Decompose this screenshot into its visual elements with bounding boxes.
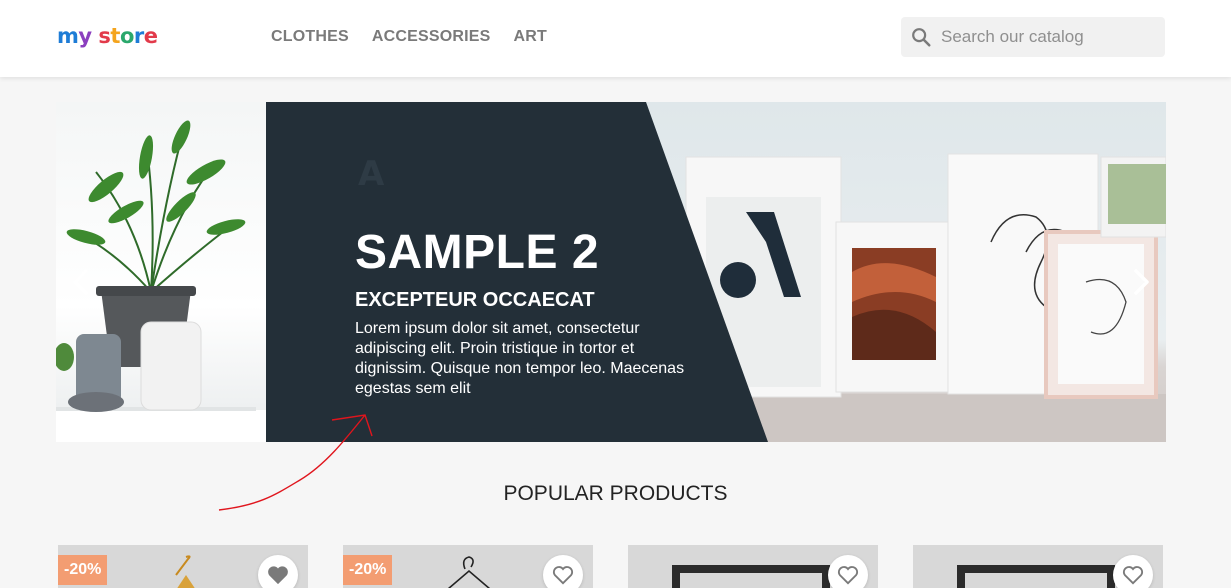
wishlist-button[interactable] [828,555,868,588]
wishlist-button[interactable] [258,555,298,588]
search-icon[interactable] [901,17,941,57]
slide-title: SAMPLE 2 [355,226,600,279]
logo-letter: e [143,24,158,48]
main-nav: CLOTHES ACCESSORIES ART [271,27,547,47]
heart-filled-icon [268,566,288,585]
wishlist-button[interactable] [543,555,583,588]
chevron-right-icon [1134,269,1149,295]
carousel-next-button[interactable] [1126,262,1156,302]
hero-carousel[interactable]: A SAMPLE 2 EXCEPTEUR OCCAECAT Lorem ipsu… [56,102,1166,442]
product-card[interactable] [628,545,878,588]
product-card[interactable] [913,545,1163,588]
logo-letter: t [110,24,120,48]
discount-badge: -20% [343,555,393,585]
site-header: my store CLOTHES ACCESSORIES ART [0,0,1231,77]
carousel-prev-button[interactable] [66,262,96,302]
slide-subtitle: EXCEPTEUR OCCAECAT [355,289,595,311]
nav-item-accessories[interactable]: ACCESSORIES [372,27,491,47]
heart-outline-icon [837,566,859,585]
logo-letter [92,22,99,50]
logo-letter: y [78,24,92,48]
discount-badge: -20% [58,555,108,585]
search-input[interactable] [941,27,1151,47]
store-logo[interactable]: my store [57,22,158,50]
section-title: POPULAR PRODUCTS [503,482,728,505]
logo-letter: m [57,24,79,48]
slide-logo: A [358,154,385,194]
wishlist-button[interactable] [1113,555,1153,588]
heart-outline-icon [552,566,574,585]
product-card[interactable]: -20% [58,545,308,588]
search-box [901,17,1165,57]
slide-description: Lorem ipsum dolor sit amet, consectetur … [355,320,685,397]
nav-item-art[interactable]: ART [514,27,547,47]
logo-letter: r [133,24,144,48]
chevron-left-icon [73,269,88,295]
product-card[interactable]: -20% [343,545,593,588]
nav-item-clothes[interactable]: CLOTHES [271,27,349,47]
logo-letter: s [98,24,111,48]
logo-letter: o [119,24,134,48]
heart-outline-icon [1122,566,1144,585]
